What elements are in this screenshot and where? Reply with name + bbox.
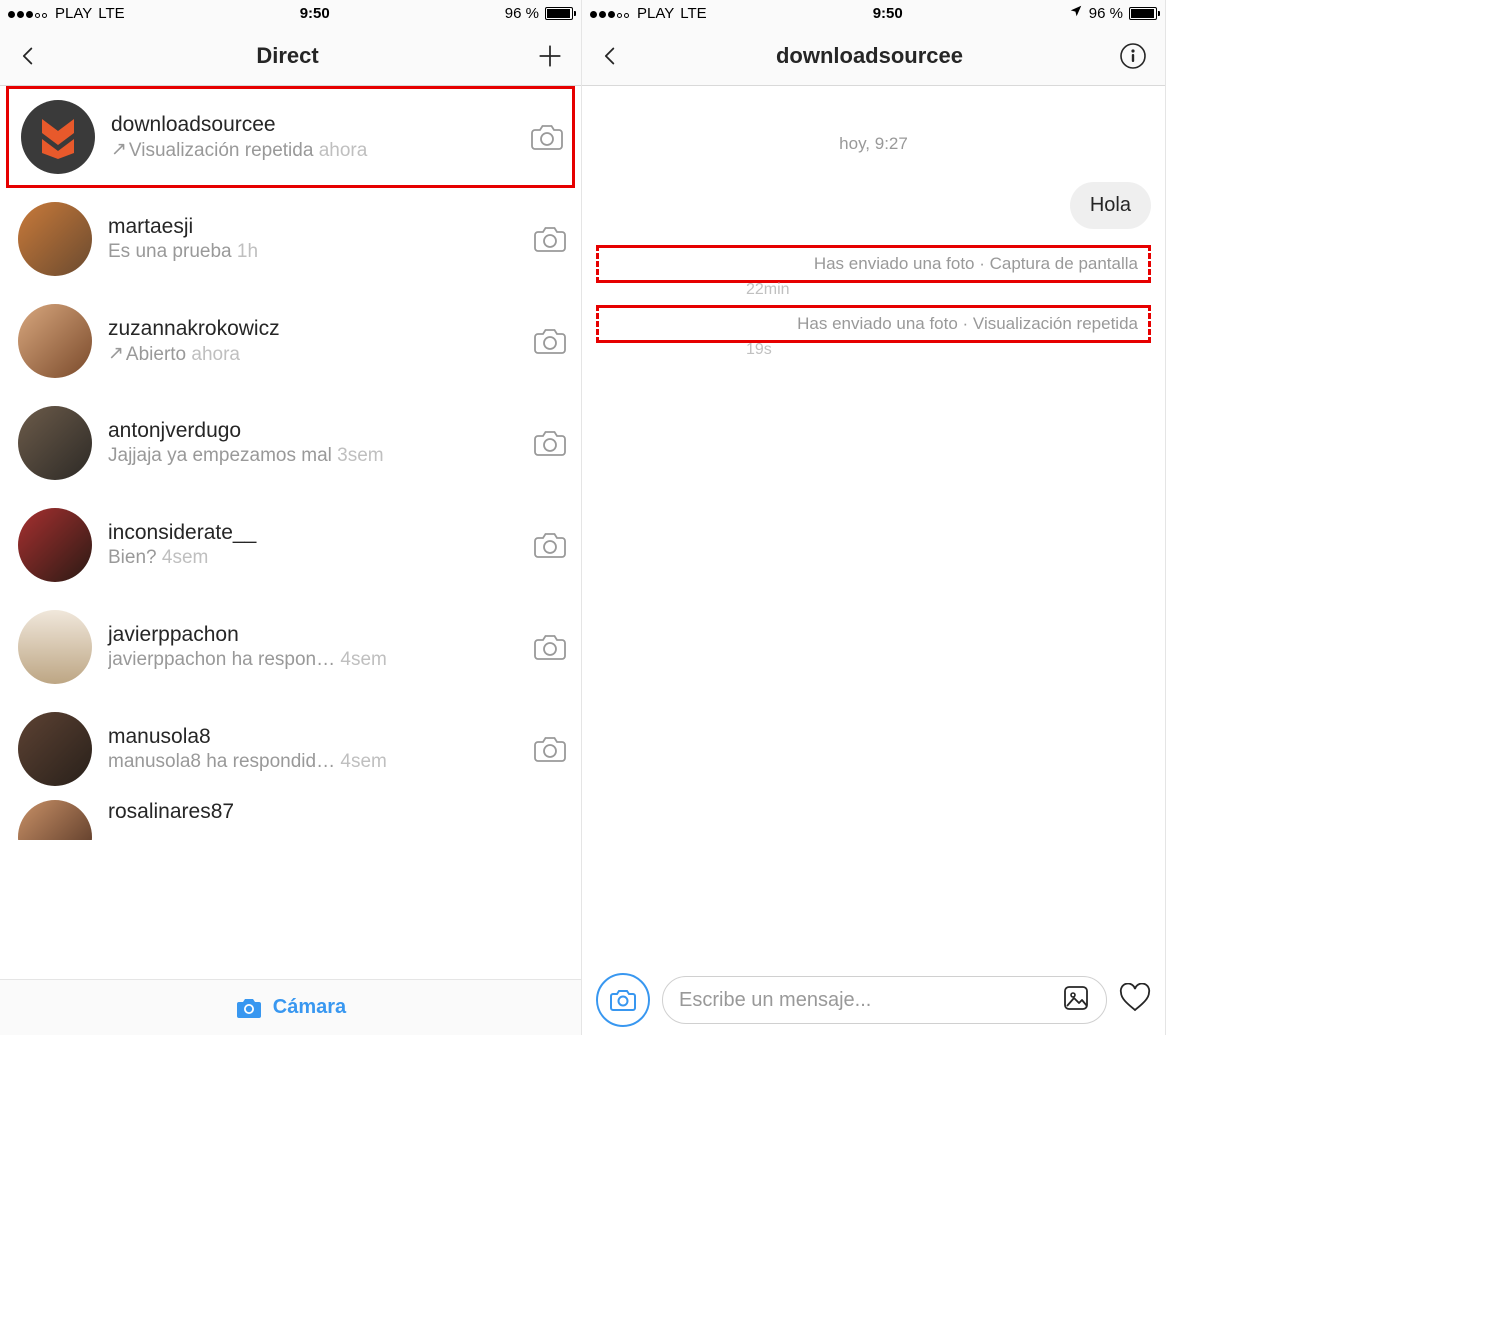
gallery-icon — [1062, 984, 1090, 1012]
camera-icon — [533, 734, 567, 764]
signal-dots-icon — [8, 5, 49, 22]
new-message-button[interactable] — [537, 43, 563, 69]
direct-inbox-screen: PLAY LTE 9:50 96 % Direct downloadsource… — [0, 0, 582, 1035]
camera-icon — [235, 996, 263, 1020]
camera-icon — [530, 122, 564, 152]
system-message-time: 22min — [596, 281, 1151, 299]
conversation-username: manusola8 — [108, 725, 531, 749]
back-button[interactable] — [600, 46, 620, 66]
back-button[interactable] — [18, 46, 38, 66]
plus-icon — [537, 43, 563, 69]
camera-icon — [533, 224, 567, 254]
row-camera-button[interactable] — [531, 530, 569, 560]
conversation-preview: javierppachon ha respon… 4sem — [108, 649, 531, 671]
info-button[interactable] — [1119, 42, 1147, 70]
status-bar: PLAY LTE 9:50 96 % — [582, 0, 1165, 26]
conversation-username: martaesji — [108, 215, 531, 239]
conversation-username: downloadsourcee — [111, 113, 528, 137]
chat-title: downloadsourcee — [776, 43, 963, 69]
battery-pct-label: 96 % — [505, 5, 539, 22]
camera-icon — [533, 326, 567, 356]
nav-bar: downloadsourcee — [582, 26, 1165, 86]
avatar — [18, 202, 92, 276]
message-input[interactable]: Escribe un mensaje... — [662, 976, 1107, 1024]
conversation-preview: Jajjaja ya empezamos mal 3sem — [108, 445, 531, 467]
conversation-username: antonjverdugo — [108, 419, 531, 443]
nav-bar: Direct — [0, 26, 581, 86]
chevron-left-icon — [600, 46, 620, 66]
avatar — [18, 712, 92, 786]
conversation-preview: ↗ Visualización repetida ahora — [111, 139, 528, 162]
conversation-row[interactable]: martaesjiEs una prueba 1h — [0, 188, 581, 290]
camera-icon — [533, 632, 567, 662]
conversation-preview: manusola8 ha respondid… 4sem — [108, 751, 531, 773]
gallery-button[interactable] — [1062, 984, 1090, 1017]
carrier-label: PLAY — [55, 5, 92, 22]
signal-dots-icon — [590, 5, 631, 22]
conversation-row[interactable]: inconsiderate__Bien? 4sem — [0, 494, 581, 596]
conversation-username: inconsiderate__ — [108, 521, 531, 545]
row-camera-button[interactable] — [531, 224, 569, 254]
heart-icon — [1119, 983, 1151, 1013]
camera-bar[interactable]: Cámara — [0, 979, 581, 1035]
conversation-preview: Bien? 4sem — [108, 547, 531, 569]
conversation-preview: Es una prueba 1h — [108, 241, 531, 263]
status-bar: PLAY LTE 9:50 96 % — [0, 0, 581, 26]
location-icon — [1069, 4, 1083, 22]
conversation-list: downloadsourcee↗ Visualización repetida … — [0, 86, 581, 979]
camera-button[interactable] — [596, 973, 650, 1027]
avatar — [18, 304, 92, 378]
system-message-replayed: Has enviado una foto · Visualización rep… — [596, 305, 1151, 343]
conversation-preview: ↗ Abierto ahora — [108, 343, 531, 366]
chat-thread-screen: PLAY LTE 9:50 96 % downloadsourcee hoy, … — [582, 0, 1166, 1035]
page-title: Direct — [256, 43, 318, 69]
avatar — [18, 800, 92, 840]
battery-icon — [545, 7, 573, 20]
conversation-row[interactable]: javierppachonjavierppachon ha respon… 4s… — [0, 596, 581, 698]
clock-label: 9:50 — [873, 5, 903, 22]
system-message-time: 19s — [596, 341, 1151, 359]
message-composer: Escribe un mensaje... — [582, 965, 1165, 1035]
clock-label: 9:50 — [300, 5, 330, 22]
blank-area — [1166, 0, 1500, 1332]
network-label: LTE — [98, 5, 124, 22]
conversation-row[interactable]: manusola8manusola8 ha respondid… 4sem — [0, 698, 581, 800]
avatar — [18, 406, 92, 480]
battery-icon — [1129, 7, 1157, 20]
camera-icon — [609, 988, 637, 1012]
row-camera-button[interactable] — [531, 428, 569, 458]
camera-icon — [533, 530, 567, 560]
avatar — [18, 610, 92, 684]
network-label: LTE — [680, 5, 706, 22]
outgoing-message[interactable]: Hola — [1070, 182, 1151, 229]
row-camera-button[interactable] — [531, 326, 569, 356]
chat-messages: hoy, 9:27 Hola Has enviado una foto · Ca… — [582, 86, 1165, 965]
conversation-row[interactable]: zuzannakrokowicz↗ Abierto ahora — [0, 290, 581, 392]
date-separator: hoy, 9:27 — [596, 134, 1151, 154]
conversation-row[interactable]: downloadsourcee↗ Visualización repetida … — [6, 86, 575, 188]
conversation-username: zuzannakrokowicz — [108, 317, 531, 341]
battery-pct-label: 96 % — [1089, 5, 1123, 22]
conversation-username: rosalinares87 — [108, 800, 569, 824]
conversation-username: javierppachon — [108, 623, 531, 647]
row-camera-button[interactable] — [528, 122, 566, 152]
camera-label: Cámara — [273, 996, 346, 1019]
carrier-label: PLAY — [637, 5, 674, 22]
row-camera-button[interactable] — [531, 734, 569, 764]
avatar — [18, 508, 92, 582]
conversation-row[interactable]: rosalinares87 — [0, 800, 581, 840]
like-button[interactable] — [1119, 983, 1151, 1018]
row-camera-button[interactable] — [531, 632, 569, 662]
message-placeholder: Escribe un mensaje... — [679, 989, 1050, 1012]
info-icon — [1119, 42, 1147, 70]
conversation-row[interactable]: antonjverdugoJajjaja ya empezamos mal 3s… — [0, 392, 581, 494]
camera-icon — [533, 428, 567, 458]
avatar — [21, 100, 95, 174]
system-message-screenshot: Has enviado una foto · Captura de pantal… — [596, 245, 1151, 283]
chevron-left-icon — [18, 46, 38, 66]
